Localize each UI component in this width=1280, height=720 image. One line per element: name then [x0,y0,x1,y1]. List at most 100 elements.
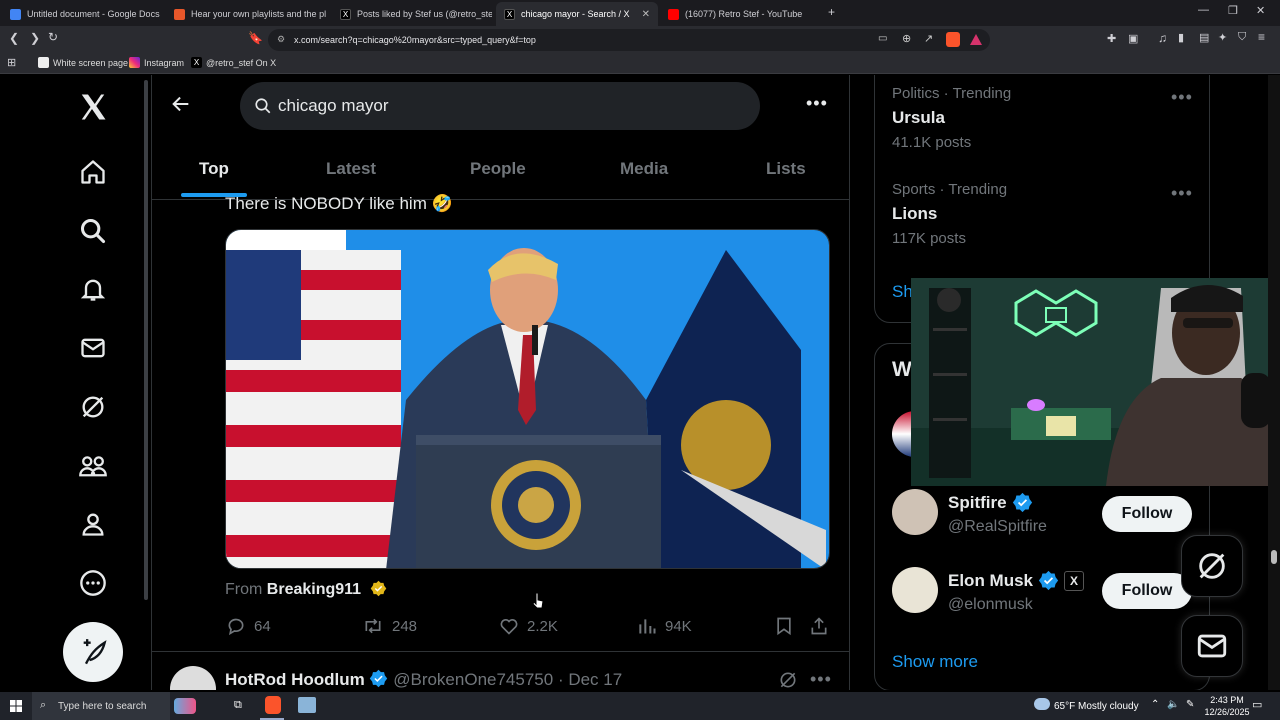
tab-latest[interactable]: Latest [326,159,376,179]
brave-rewards-icon[interactable] [970,34,982,45]
x-logo-icon[interactable] [70,84,116,130]
x-logo-icon: X [504,8,515,20]
taskbar-search[interactable]: ⌕ Type here to search [32,692,196,720]
menu-icon[interactable]: ≡ [1258,30,1265,44]
wallet-icon[interactable]: ▤ [1199,31,1209,44]
notifications-icon[interactable]: ▭ [1252,698,1262,711]
author-name[interactable]: HotRod Hoodlum [225,670,365,689]
back-arrow-icon[interactable] [170,93,192,120]
trend-more-icon[interactable]: ••• [1171,183,1193,204]
messages-envelope-icon[interactable] [70,325,116,371]
search-icon[interactable] [70,208,116,254]
bookmark-retro-stef-x[interactable]: X @retro_stef On X [191,57,276,68]
tweet-date[interactable]: · Dec 17 [558,670,622,689]
notifications-bell-icon[interactable] [70,266,116,312]
taskbar-search-placeholder: Type here to search [58,700,147,712]
trend-name[interactable]: Lions [892,204,937,224]
media-icon[interactable]: ♫ [1158,31,1167,45]
tweet-more-icon[interactable]: ••• [810,669,832,690]
forward-icon[interactable]: ❯ [30,31,40,45]
back-icon[interactable]: ❮ [9,31,19,45]
more-options-icon[interactable] [70,560,116,606]
bookmark-button[interactable] [774,616,802,636]
trend-name[interactable]: Ursula [892,108,945,128]
trend-post-count: 117K posts [892,230,966,247]
leo-ai-icon[interactable]: ✦ [1218,31,1227,44]
follow-button[interactable]: Follow [1102,496,1192,532]
tab-people[interactable]: People [470,159,526,179]
app-taskbar-icon[interactable] [298,697,316,713]
grok-icon[interactable] [778,670,798,690]
search-more-icon[interactable]: ••• [806,93,828,114]
tab-playlists[interactable]: Hear your own playlists and the play [166,2,326,26]
restore-icon[interactable]: ❐ [1228,4,1238,17]
follow-button[interactable]: Follow [1102,573,1192,609]
screenshot-icon[interactable]: ▣ [1128,32,1138,45]
messages-floating-button[interactable] [1181,615,1243,677]
tab-top[interactable]: Top [199,159,229,179]
author-handle[interactable]: @BrokenOne745750 [393,670,553,689]
bookmark-instagram[interactable]: Instagram [129,57,184,68]
reload-icon[interactable]: ↻ [48,30,58,44]
page-scrollbar[interactable] [1268,75,1280,690]
account-name[interactable]: Spitfire [948,492,1033,513]
tab-chicago-mayor-search[interactable]: X chicago mayor - Search / X ✕ [496,2,658,26]
pen-icon[interactable]: ✎ [1186,699,1194,710]
tab-google-docs[interactable]: Untitled document - Google Docs [2,2,162,26]
new-tab-icon[interactable]: + [828,5,835,19]
spitfire-avatar[interactable] [892,489,938,535]
clock-date[interactable]: 12/26/2025 [1203,707,1251,717]
zoom-icon[interactable]: ⊕ [902,32,911,45]
trend-post-count: 41.1K posts [892,134,972,151]
site-info-icon[interactable]: ⚙ [277,34,285,45]
profile-icon[interactable] [70,501,116,547]
trend-more-icon[interactable]: ••• [1171,87,1193,108]
bookmark-page-icon[interactable]: 🔖 [248,31,263,45]
elon-avatar[interactable] [892,567,938,613]
sidebar-icon[interactable]: ▮ [1178,31,1184,44]
share-button[interactable] [809,616,837,636]
apps-grid-icon[interactable]: ⊞ [7,56,16,69]
brave-browser-taskbar-icon[interactable] [265,696,281,714]
clock-time[interactable]: 2:43 PM [1203,695,1251,705]
scrollbar-thumb[interactable] [1271,550,1277,564]
share-icon[interactable]: ↗ [924,32,933,45]
source-account-link[interactable]: Breaking911 [267,581,361,598]
search-icon: ⌕ [40,699,47,711]
cast-icon[interactable]: ▭ [878,33,887,44]
weather-cloud-icon [1034,698,1050,710]
url-bar[interactable]: ⚙ x.com/search?q=chicago%20mayor&src=typ… [268,29,990,51]
task-view-icon[interactable]: ⧉ [234,699,242,712]
vpn-icon[interactable]: ⛉ [1238,31,1246,44]
hidden-icons-chevron-icon[interactable]: ⌃ [1151,699,1159,710]
extensions-icon[interactable]: ✚ [1107,32,1116,45]
brave-shields-icon[interactable] [946,32,960,47]
minimize-icon[interactable]: — [1198,4,1209,16]
reply-button[interactable]: 64 [226,616,271,636]
close-window-icon[interactable]: ✕ [1256,4,1265,17]
tab-media[interactable]: Media [620,159,668,179]
tweet-video[interactable] [225,229,830,569]
bookmark-white-screen[interactable]: White screen page [38,57,128,68]
views-button[interactable]: 94K [637,616,692,636]
windows-start-icon[interactable] [10,700,22,712]
repost-icon [365,618,381,634]
communities-icon[interactable] [70,443,116,489]
compose-post-button[interactable] [63,622,123,682]
close-tab-icon[interactable]: ✕ [642,9,650,20]
like-button[interactable]: 2.2K [499,616,558,636]
home-icon[interactable] [70,149,116,195]
weather-text[interactable]: 65°F Mostly cloudy [1054,701,1139,712]
repost-button[interactable]: 248 [362,616,417,636]
tab-lists[interactable]: Lists [766,159,806,179]
tab-posts-liked[interactable]: X Posts liked by Stef us (@retro_stef) / [332,2,492,26]
left-scrollbar[interactable] [144,80,148,600]
tab-youtube[interactable]: (16077) Retro Stef - YouTube [660,2,820,26]
search-input[interactable]: chicago mayor [240,82,760,130]
volume-icon[interactable]: 🔈 [1167,699,1179,710]
account-name[interactable]: Elon Musk X [948,570,1085,591]
grok-floating-button[interactable] [1181,535,1243,597]
show-more-trends-link[interactable]: Sh [892,282,913,302]
show-more-link[interactable]: Show more [892,652,978,672]
grok-icon[interactable] [70,384,116,430]
